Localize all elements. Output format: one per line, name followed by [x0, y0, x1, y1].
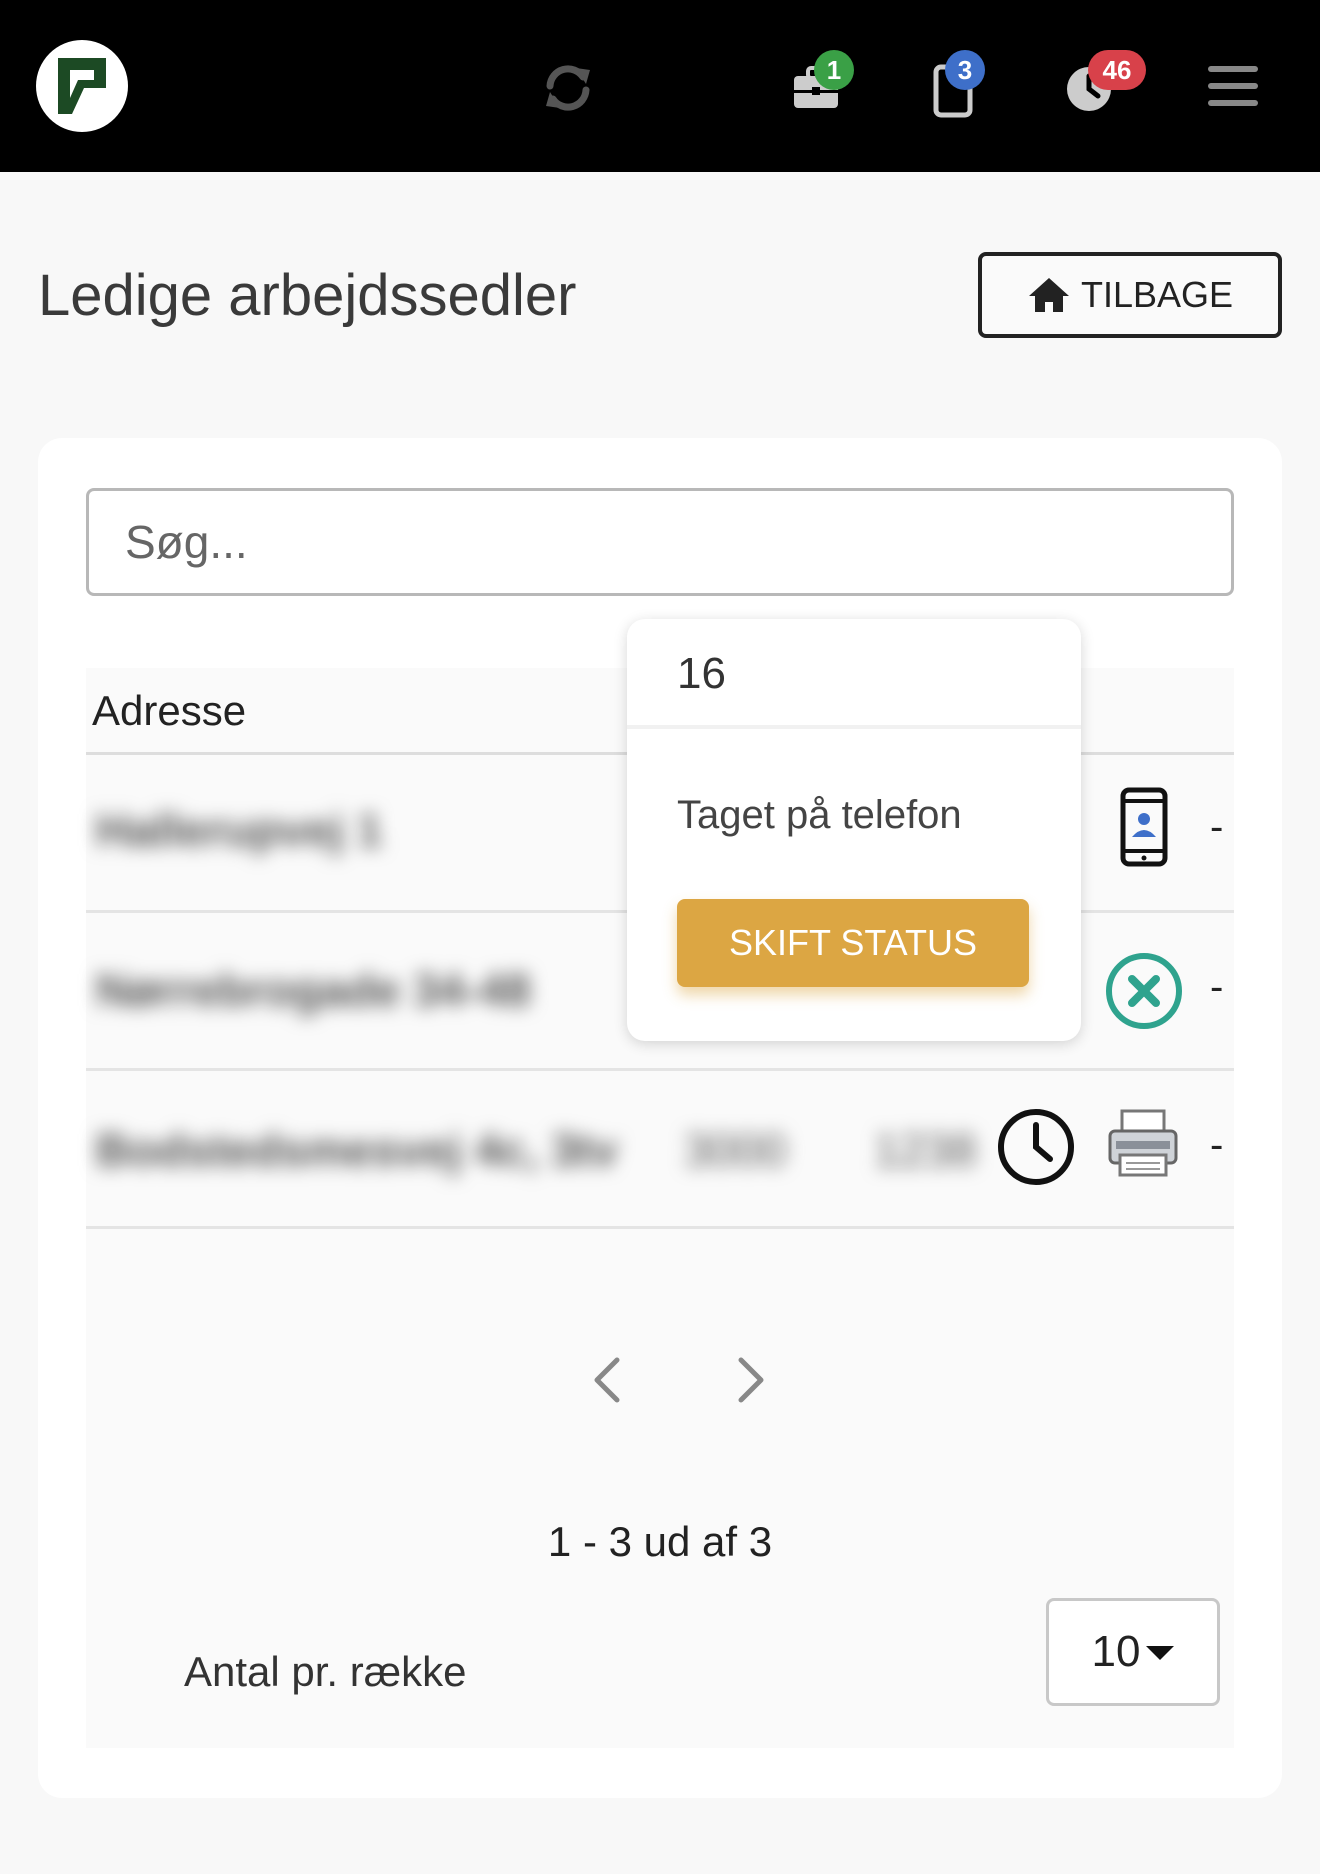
row-address: Nørrebrogade 34-48 [96, 964, 531, 1016]
pagination-range: 1 - 3 ud af 3 [547, 1518, 773, 1565]
rows-per-page-label: Antal pr. række [184, 1648, 467, 1695]
next-page-button[interactable] [722, 1350, 782, 1410]
row-zip: 3000 [684, 1124, 787, 1176]
logo-icon [58, 58, 106, 114]
back-button-label: TILBAGE [1080, 274, 1234, 315]
popover-title: 16 [627, 619, 1081, 729]
rows-per-page-select[interactable]: 10 [1046, 1598, 1220, 1706]
row-dash: - [1210, 1123, 1224, 1167]
page-title: Ledige arbejdssedler [38, 263, 577, 328]
top-navbar: 1 3 46 [0, 0, 1320, 172]
clock-badge: 46 [1088, 50, 1146, 90]
row-dash: - [1210, 965, 1224, 1009]
caret-down-icon [1146, 1646, 1175, 1660]
cancel-circle-icon[interactable] [1104, 951, 1184, 1031]
row-divider [86, 1226, 1234, 1229]
column-header-address: Adresse [92, 687, 247, 734]
row-address: Hallerupvej 1 [96, 804, 383, 856]
status-popover: 16 Taget på telefon SKIFT STATUS [627, 619, 1081, 1041]
row-dash: - [1210, 805, 1224, 849]
clock-icon[interactable] [996, 1107, 1076, 1187]
rows-per-page-value: 10 [1091, 1627, 1141, 1676]
back-button[interactable]: TILBAGE [978, 252, 1282, 338]
refresh-icon[interactable] [540, 60, 596, 116]
printer-icon[interactable] [1106, 1109, 1180, 1179]
table-row[interactable]: Bodstedsmesvej 4c, 3tv 3000 1238 - [86, 1071, 1234, 1226]
popover-body: Taget på telefon [677, 793, 962, 837]
chevron-right-icon [738, 1357, 764, 1403]
change-status-button[interactable]: SKIFT STATUS [677, 899, 1029, 987]
previous-page-button[interactable] [576, 1350, 636, 1410]
mobile-phone-icon[interactable] [1120, 787, 1168, 867]
row-number: 1238 [874, 1124, 977, 1176]
chevron-left-icon [594, 1357, 620, 1403]
search-input[interactable] [86, 488, 1234, 596]
hamburger-menu-icon[interactable] [1208, 64, 1258, 108]
app-logo[interactable] [36, 40, 128, 132]
row-address: Bodstedsmesvej 4c, 3tv [96, 1124, 618, 1176]
home-icon [1028, 278, 1069, 312]
phone-badge: 3 [945, 50, 985, 90]
briefcase-badge: 1 [814, 50, 854, 90]
